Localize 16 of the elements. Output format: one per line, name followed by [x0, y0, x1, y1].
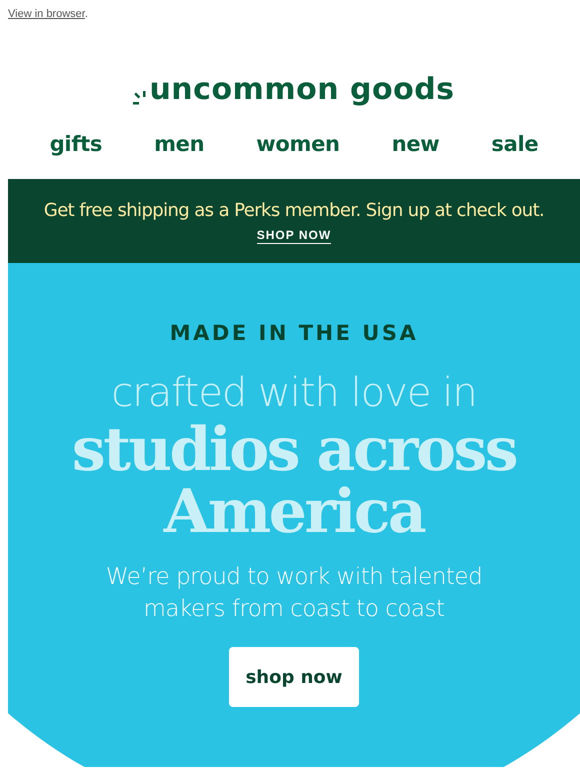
intro-text: crafted with love in [111, 369, 477, 417]
nav-link[interactable]: new [392, 129, 440, 161]
preheader-text: View in browser. [8, 7, 88, 21]
logo[interactable]: uncommon goods [133, 73, 455, 107]
nav-link[interactable]: sale [491, 129, 538, 161]
nav-link[interactable]: men [154, 129, 204, 161]
shop-now-button[interactable]: shop now [229, 647, 359, 707]
nav-link[interactable]: women [256, 129, 340, 161]
nav-link[interactable]: gifts [50, 129, 102, 161]
view-in-browser-link[interactable]: View in browser [8, 8, 85, 20]
subtitle-text: We’re proud to work with talented makers from coast to coast [106, 563, 482, 624]
shop-now-link[interactable]: SHOP NOW [256, 226, 332, 244]
sparkle-icon [133, 91, 148, 107]
headline: studios across America [72, 419, 516, 543]
promo-text: Get free shipping as a Perks member. Sign up at check out. [44, 198, 544, 222]
eyebrow-text: MADE IN THE USA [170, 320, 418, 347]
